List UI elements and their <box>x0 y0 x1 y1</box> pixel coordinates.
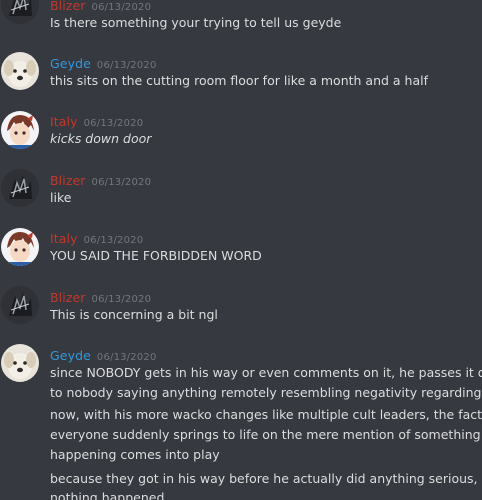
message-text: Is there something your trying to tell u… <box>50 15 342 30</box>
wolf-avatar[interactable] <box>1 169 39 207</box>
timestamp: 06/13/2020 <box>91 2 152 13</box>
author-name[interactable]: Blizer <box>50 290 86 305</box>
message-text: kicks down door <box>50 131 152 146</box>
anime-avatar[interactable] <box>1 111 39 149</box>
anime-avatar[interactable] <box>1 228 39 266</box>
timestamp: 06/13/2020 <box>83 235 144 246</box>
message-text: happening comes into play <box>50 447 220 462</box>
message-text: YOU SAID THE FORBIDDEN WORD <box>50 248 262 263</box>
author-name[interactable]: Blizer <box>50 173 86 188</box>
timestamp: 06/13/2020 <box>91 177 152 188</box>
message-text: since NOBODY gets in his way or even com… <box>50 365 482 380</box>
author-name[interactable]: Geyde <box>50 348 91 363</box>
author-name[interactable]: Blizer <box>50 0 86 13</box>
dog-avatar[interactable] <box>1 52 39 90</box>
message-text: This is concerning a bit ngl <box>50 307 218 322</box>
timestamp: 06/13/2020 <box>91 294 152 305</box>
dog-avatar[interactable] <box>1 344 39 382</box>
timestamp: 06/13/2020 <box>96 60 157 71</box>
author-name[interactable]: Geyde <box>50 56 91 71</box>
message-text: this sits on the cutting room floor for … <box>50 73 428 88</box>
wolf-avatar[interactable] <box>1 286 39 324</box>
wolf-avatar[interactable] <box>1 0 39 24</box>
author-name[interactable]: Italy <box>50 231 78 246</box>
author-name[interactable]: Italy <box>50 114 78 129</box>
chat-messages: Blizer 06/13/2020 Is there something your… <box>0 0 482 500</box>
message-text: because they got in his way before he ac… <box>50 471 478 486</box>
message-text: like <box>50 190 72 205</box>
timestamp: 06/13/2020 <box>83 118 144 129</box>
message-text: now, with his more wacko changes like mu… <box>50 407 482 422</box>
timestamp: 06/13/2020 <box>96 352 157 363</box>
message-text: everyone suddenly springs to life on the… <box>50 427 482 442</box>
message-text: nothing happened <box>50 490 165 500</box>
message-text: to nobody saying anything remotely resem… <box>50 385 482 400</box>
